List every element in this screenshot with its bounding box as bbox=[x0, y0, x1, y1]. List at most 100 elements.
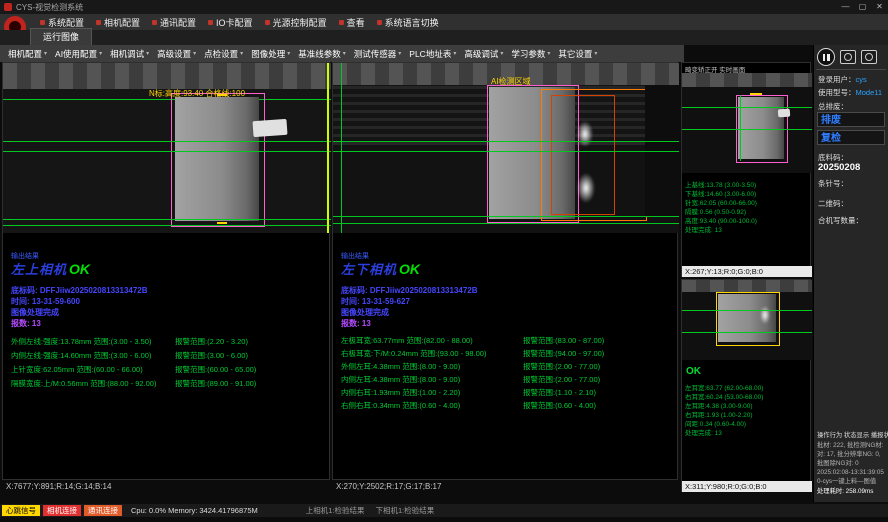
reflection-flare bbox=[577, 173, 595, 203]
toolbar-other-settings[interactable]: 其它设置▾ bbox=[554, 48, 601, 60]
menu-item-io-config[interactable]: IO卡配置 bbox=[202, 16, 259, 29]
alarm-range-line: 报警范围:(2.00 - 77.00) bbox=[523, 374, 600, 385]
menu-icon bbox=[339, 20, 344, 25]
barcode-line: 底标码: DFFJiiw2025020813313472B bbox=[341, 285, 478, 296]
model-label: 使用型号： bbox=[818, 88, 856, 97]
camera-image-upper[interactable]: N标:高度:93.40 合格线:100 bbox=[3, 63, 331, 233]
stats-process-time: 处理耗时: 258.09ms bbox=[817, 487, 873, 496]
toolbar-advanced-settings[interactable]: 高级设置▾ bbox=[153, 48, 200, 60]
menu-icon bbox=[96, 20, 101, 25]
menu-item-light-config[interactable]: 光源控制配置 bbox=[259, 16, 333, 29]
toolbar-plc-table[interactable]: PLC地址表▾ bbox=[405, 48, 460, 60]
result-title-row: 左下相机OK bbox=[341, 259, 420, 279]
overlay-line bbox=[682, 129, 812, 130]
count-line: 报数: 13 bbox=[341, 318, 371, 329]
toolbar-image-process[interactable]: 图像处理▾ bbox=[247, 48, 294, 60]
overlay-line bbox=[3, 219, 331, 220]
camera-image-lower[interactable]: AI检测区域 bbox=[333, 63, 679, 233]
heartbeat-status-badge: 心跳信号 bbox=[2, 505, 40, 516]
app-window: CYS-视觉检测系统 — ▢ ✕ 系统配置 相机配置 通讯配置 IO卡配置 光源… bbox=[0, 0, 888, 522]
chevron-down-icon: ▾ bbox=[547, 50, 550, 57]
menu-icon bbox=[40, 20, 45, 25]
reflection-flare bbox=[760, 306, 770, 324]
overlay-tick bbox=[750, 93, 762, 95]
menu-icon bbox=[265, 20, 270, 25]
measure-line: 内侧左耳:4.38mm 范围:(8.00 - 9.00) bbox=[341, 374, 460, 385]
window-controls: — ▢ ✕ bbox=[837, 0, 888, 14]
pixel-coords-lower: X:270;Y:2502;R:17;G:17;B:17 bbox=[336, 482, 441, 491]
machine-texture bbox=[3, 63, 331, 89]
pixel-coords-upper: X:7677;Y:891;R:14;G:14;B:14 bbox=[6, 482, 111, 491]
lens-icon bbox=[865, 53, 873, 61]
model-value: Mode11 bbox=[856, 88, 883, 97]
menu-item-comm-config[interactable]: 通讯配置 bbox=[146, 16, 202, 29]
camera-image-aux2[interactable] bbox=[682, 280, 812, 360]
camera-view-aux2: OK 左耳宽:63.77 (62.00-68.00) 右耳宽:60.24 (53… bbox=[681, 279, 811, 492]
chevron-down-icon: ▾ bbox=[500, 50, 503, 57]
stats-header: 操作行为 状态显示 播报状态 bbox=[817, 431, 888, 440]
alarm-range-line: 报警范围:(2.00 - 77.00) bbox=[523, 361, 600, 372]
result-ok-badge: OK bbox=[399, 261, 420, 277]
toolbar-baseline-params[interactable]: 基准线参数▾ bbox=[294, 48, 350, 60]
recheck-button[interactable]: 复检 bbox=[817, 130, 885, 145]
overlay-tick bbox=[217, 222, 227, 224]
aux1-coords-bar: X:267;Y:13;R:0;G:0;B:0 bbox=[682, 266, 812, 277]
camera-image-aux1[interactable] bbox=[682, 73, 812, 173]
pin-number-label: 条针号： bbox=[818, 178, 848, 189]
toolbar-camera-debug[interactable]: 相机调试▾ bbox=[106, 48, 153, 60]
upper-camera-result: 上相机1:检验结果 bbox=[306, 505, 365, 516]
camera-1-icon[interactable] bbox=[840, 50, 856, 64]
connector-part bbox=[778, 109, 791, 118]
menu-item-system-config[interactable]: 系统配置 bbox=[34, 16, 90, 29]
minimize-button[interactable]: — bbox=[837, 0, 854, 14]
result-title-row: 左上相机OK bbox=[11, 259, 90, 279]
pause-icon bbox=[823, 54, 826, 61]
chevron-down-icon: ▾ bbox=[44, 50, 47, 57]
login-user-row: 登录用户：cys bbox=[818, 74, 867, 85]
menu-item-language[interactable]: 系统语言切换 bbox=[371, 16, 445, 29]
reject-button[interactable]: 排废 bbox=[817, 112, 885, 127]
pause-button[interactable] bbox=[817, 48, 835, 66]
overlay-line bbox=[3, 141, 331, 142]
maximize-button[interactable]: ▢ bbox=[854, 0, 871, 14]
tab-run-image[interactable]: 运行图像 bbox=[30, 28, 92, 45]
status-bar: 心跳信号 相机连接 通讯连接 Cpu: 0.0% Memory: 3424.41… bbox=[0, 504, 888, 517]
reflection-flare bbox=[577, 121, 593, 147]
result-camera-name: 左上相机 bbox=[11, 262, 67, 277]
stats-line: 批材: 222, 批检测NG材: bbox=[817, 441, 883, 450]
measure-line: 上针宽度:62.05mm 范围:(60.00 - 66.00) bbox=[11, 364, 143, 375]
camera-view-lower: AI检测区域 输出结果 左下相机OK 底标码: DFFJiiw202502081… bbox=[332, 62, 678, 480]
aux-measure-line: 处理完成: 13 bbox=[685, 427, 722, 437]
result-camera-name: 左下相机 bbox=[341, 262, 397, 277]
menu-item-camera-config[interactable]: 相机配置 bbox=[90, 16, 146, 29]
aux2-ok-badge: OK bbox=[686, 366, 701, 377]
time-line: 时间: 13-31-59-627 bbox=[341, 296, 410, 307]
toolbar-learn-params[interactable]: 学习参数▾ bbox=[507, 48, 554, 60]
model-row[interactable]: 使用型号：Mode11 bbox=[818, 87, 882, 98]
measure-line: 右极耳宽:下/M:0.24mm 范围:(93.00 - 98.00) bbox=[341, 348, 486, 359]
batch-code-value: 20250208 bbox=[818, 162, 860, 173]
chevron-down-icon: ▾ bbox=[99, 50, 102, 57]
menu-icon bbox=[377, 20, 382, 25]
machine-texture bbox=[682, 280, 812, 292]
overlay-line bbox=[333, 151, 679, 152]
camera-view-upper: N标:高度:93.40 合格线:100 输出结果 左上相机OK 底标码: DFF… bbox=[2, 62, 330, 480]
toolbar-advanced-debug[interactable]: 高级调试▾ bbox=[460, 48, 507, 60]
tab-bar: 运行图像 bbox=[0, 30, 888, 45]
alarm-range-line: 报警范围:(1.10 - 2.10) bbox=[523, 387, 596, 398]
alarm-range-line: 报警范围:(94.00 - 97.00) bbox=[523, 348, 604, 359]
toolbar-ai-config[interactable]: AI使用配置▾ bbox=[51, 48, 106, 60]
toolbar-test-sensor[interactable]: 测试传感器▾ bbox=[350, 48, 406, 60]
camera-2-icon[interactable] bbox=[861, 50, 877, 64]
menu-item-view[interactable]: 查看 bbox=[333, 16, 371, 29]
chevron-down-icon: ▾ bbox=[398, 50, 401, 57]
menu-bar: 系统配置 相机配置 通讯配置 IO卡配置 光源控制配置 查看 系统语言切换 bbox=[0, 14, 888, 30]
toolbar: 相机配置▾ AI使用配置▾ 相机调试▾ 高级设置▾ 点检设置▾ 图像处理▾ 基准… bbox=[0, 45, 684, 62]
close-button[interactable]: ✕ bbox=[871, 0, 888, 14]
comm-connect-badge: 通讯连接 bbox=[84, 505, 122, 516]
overlay-ai-label: AI检测区域 bbox=[491, 76, 531, 87]
toolbar-spot-check[interactable]: 点检设置▾ bbox=[200, 48, 247, 60]
title-bar: CYS-视觉检测系统 — ▢ ✕ bbox=[0, 0, 888, 14]
toolbar-camera-config[interactable]: 相机配置▾ bbox=[4, 48, 51, 60]
side-panel: 登录用户：cys 使用型号：Mode11 总排废： 排废 复检 底料码： 202… bbox=[813, 45, 888, 502]
